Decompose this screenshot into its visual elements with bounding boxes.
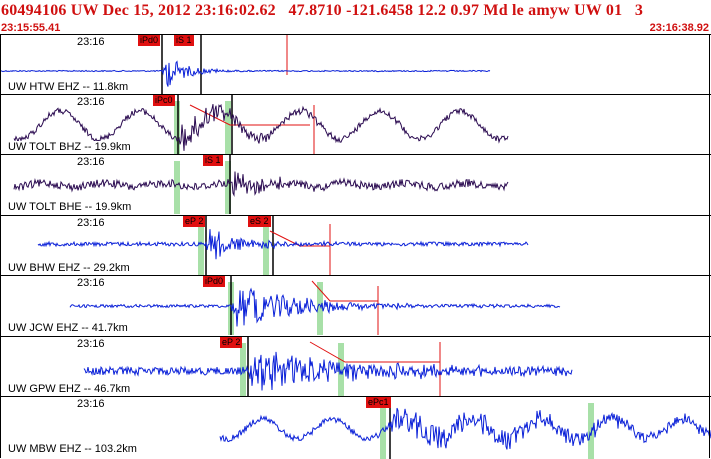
pick-label[interactable]: iPd0: [138, 35, 161, 46]
frame-right: [709, 34, 710, 458]
channel-label: UW JCW EHZ -- 41.7km: [6, 322, 130, 334]
time-tick: 23:16: [77, 96, 105, 108]
start-time: 23:15:55.41: [1, 22, 61, 34]
trace-panel-mbw[interactable]: ePc1 23:16 UW MBW EHZ -- 103.2km: [0, 396, 711, 459]
pick-label[interactable]: iPd0: [203, 276, 226, 287]
channel-label: UW TOLT BHZ -- 19.9km: [6, 141, 133, 153]
channel-label: UW TOLT BHE -- 19.9km: [6, 201, 134, 213]
pick-label[interactable]: eS 2: [248, 216, 271, 227]
trace-panel-tolt-bhe[interactable]: iS 1 23:16 UW TOLT BHE -- 19.9km: [0, 154, 711, 214]
time-tick: 23:16: [77, 338, 105, 350]
trace-panel-bhw[interactable]: eP 2 eS 2 23:16 UW BHW EHZ -- 29.2km: [0, 215, 711, 275]
pick-label[interactable]: ePc1: [366, 397, 391, 408]
pick-label[interactable]: iS 1: [203, 155, 223, 166]
pick-label[interactable]: iS 1: [174, 35, 194, 46]
channel-label: UW BHW EHZ -- 29.2km: [6, 262, 132, 274]
pick-label[interactable]: iPc0: [153, 95, 175, 106]
time-tick: 23:16: [77, 36, 105, 48]
channel-label: UW HTW EHZ -- 11.8km: [6, 81, 131, 93]
trace-panel-htw[interactable]: iPd0 iS 1 23:16 UW HTW EHZ -- 11.8km: [0, 34, 711, 94]
time-tick: 23:16: [77, 398, 105, 410]
channel-label: UW GPW EHZ -- 46.7km: [6, 383, 133, 395]
trace-panel-jcw[interactable]: iPd0 23:16 UW JCW EHZ -- 41.7km: [0, 275, 711, 335]
channel-label: UW MBW EHZ -- 103.2km: [6, 443, 139, 455]
time-tick: 23:16: [77, 156, 105, 168]
trace-panel-gpw[interactable]: eP 2 23:16 UW GPW EHZ -- 46.7km: [0, 336, 711, 396]
time-tick: 23:16: [77, 277, 105, 289]
event-title: 60494106 UW Dec 15, 2012 23:16:02.62 47.…: [1, 2, 644, 19]
frame-left: [0, 34, 1, 458]
end-time: 23:16:38.92: [649, 22, 709, 34]
event-header: 60494106 UW Dec 15, 2012 23:16:02.62 47.…: [0, 0, 711, 34]
pick-label[interactable]: eP 2: [183, 216, 206, 227]
pick-label[interactable]: eP 2: [220, 337, 243, 348]
trace-panel-tolt-bhz[interactable]: iPc0 23:16 UW TOLT BHZ -- 19.9km: [0, 94, 711, 154]
time-tick: 23:16: [77, 217, 105, 229]
seismogram-panels: iPd0 iS 1 23:16 UW HTW EHZ -- 11.8km iPc…: [0, 34, 711, 459]
